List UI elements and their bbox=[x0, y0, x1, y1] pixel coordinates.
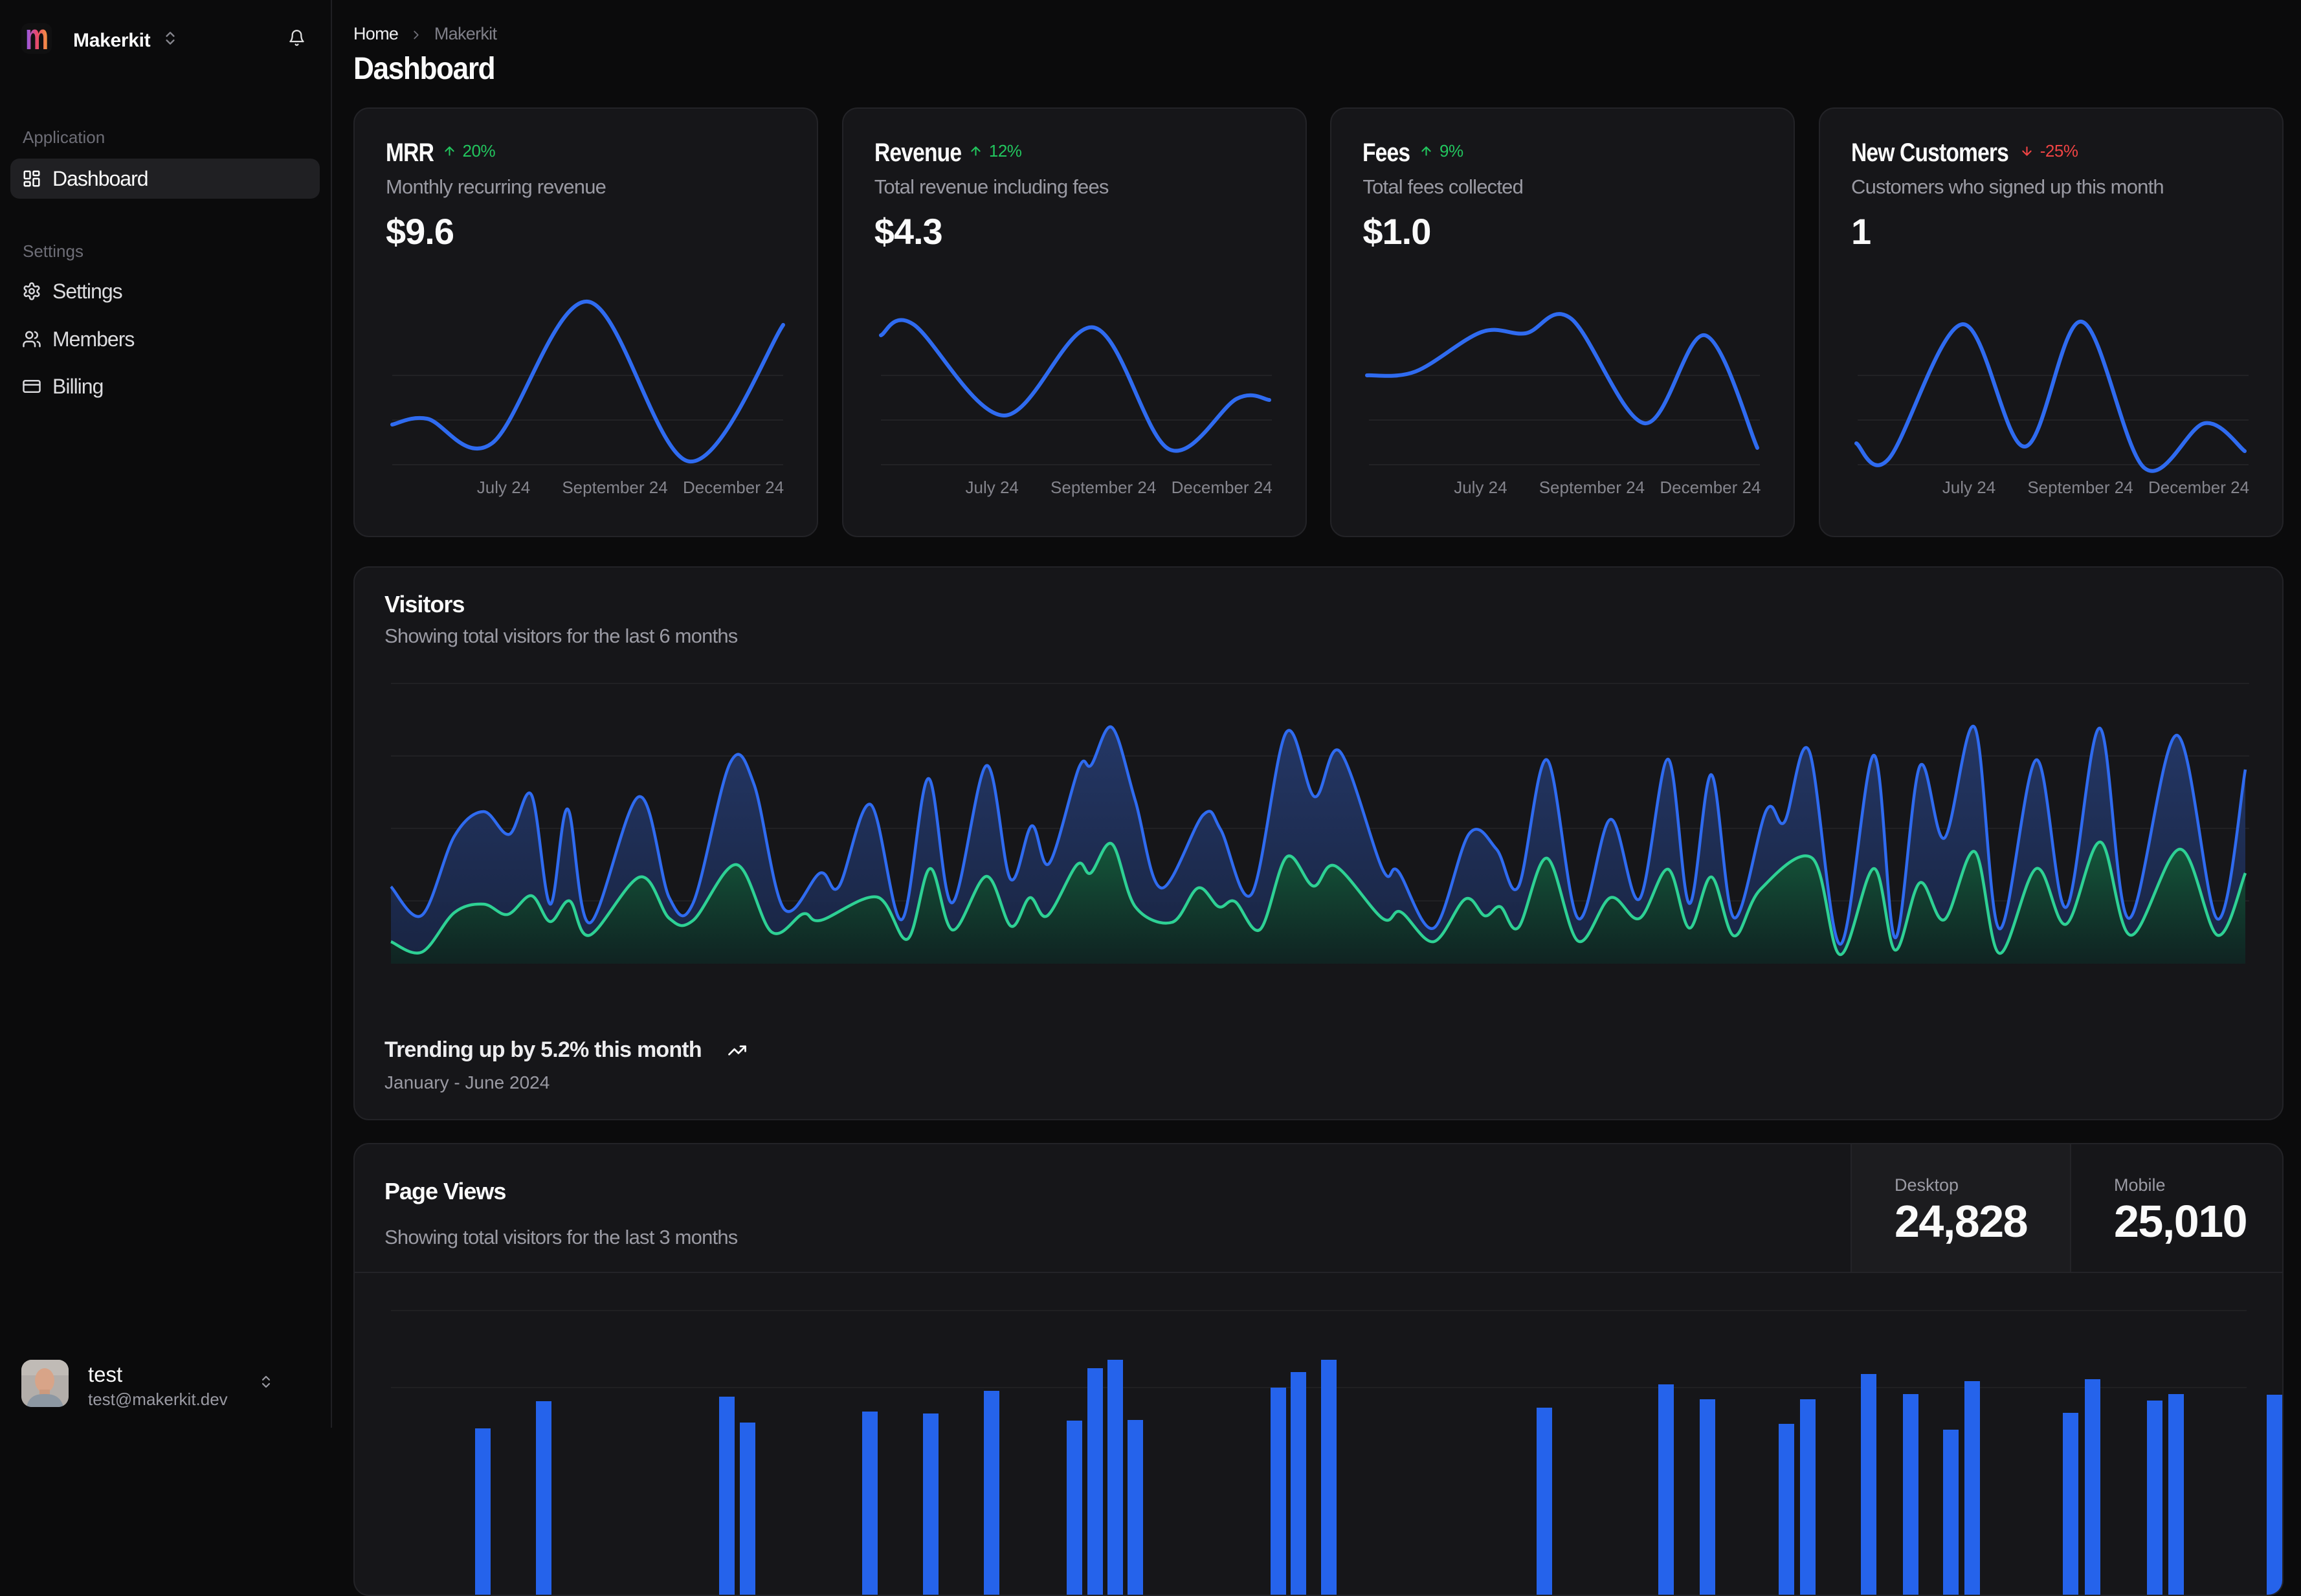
svg-text:m: m bbox=[25, 23, 49, 54]
